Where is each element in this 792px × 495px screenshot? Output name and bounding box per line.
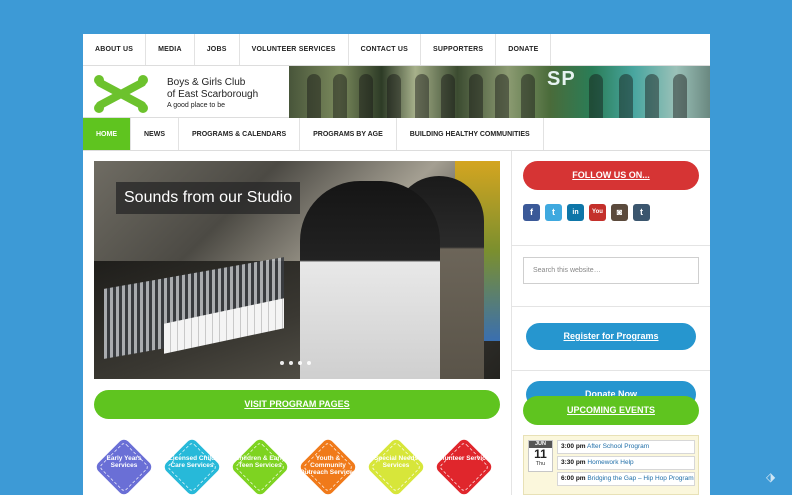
follow-us-button[interactable]: FOLLOW US ON... <box>523 161 699 190</box>
event-item[interactable]: 6:00 pm Bridging the Gap – Hip Hop Progr… <box>557 472 695 486</box>
calendar-date[interactable]: JUN 11 Thu <box>528 440 553 472</box>
site-title-line1: Boys & Girls Club <box>167 77 246 88</box>
event-item[interactable]: 3:30 pm Homework Help <box>557 456 695 470</box>
visit-program-pages-button[interactable]: VISIT PROGRAM PAGES <box>94 390 500 419</box>
site-header: Boys & Girls Club of East Scarborough A … <box>83 66 710 118</box>
scroll-arrow-icon[interactable]: ⬗ <box>766 470 780 484</box>
featured-slider[interactable]: Sounds from our Studio <box>94 161 500 379</box>
topnav-supporters[interactable]: SUPPORTERS <box>421 34 497 65</box>
event-time: 3:00 pm <box>561 443 586 450</box>
service-label: Early Years Services <box>106 455 142 469</box>
search-input[interactable]: Search this website… <box>523 257 699 284</box>
slide-person-front <box>300 181 440 379</box>
header-banner-photo: SP <box>289 66 710 118</box>
topnav-contact-us[interactable]: CONTACT US <box>349 34 421 65</box>
upcoming-events-button[interactable]: UPCOMING EVENTS <box>523 396 699 425</box>
service-badge-volunteer[interactable] <box>434 437 494 495</box>
event-time: 3:30 pm <box>561 459 586 466</box>
tumblr-icon[interactable]: t <box>633 204 650 221</box>
event-item[interactable]: 3:00 pm After School Program <box>557 440 695 454</box>
slider-dot[interactable] <box>298 361 302 365</box>
follow-section: FOLLOW US ON... f t in You ◙ t <box>512 161 710 246</box>
slider-dots <box>280 361 311 365</box>
mainnav-home[interactable]: HOME <box>83 118 131 150</box>
slide-caption[interactable]: Sounds from our Studio <box>116 182 301 214</box>
page: ABOUT US MEDIA JOBS VOLUNTEER SERVICES C… <box>83 34 710 495</box>
banner-sign-text: SP <box>547 68 576 90</box>
mainnav-news[interactable]: NEWS <box>131 118 179 150</box>
slider-dot[interactable] <box>289 361 293 365</box>
top-nav: ABOUT US MEDIA JOBS VOLUNTEER SERVICES C… <box>83 34 710 66</box>
service-label: Licensed Child Care Services <box>168 455 216 469</box>
register-programs-button[interactable]: Register for Programs <box>526 323 696 350</box>
topnav-media[interactable]: MEDIA <box>146 34 195 65</box>
slider-dot[interactable] <box>307 361 311 365</box>
topnav-volunteer-services[interactable]: VOLUNTEER SERVICES <box>240 34 349 65</box>
service-label: Children & Early Teen Services <box>234 455 286 469</box>
topnav-donate[interactable]: DONATE <box>496 34 552 65</box>
search-section: Search this website… <box>512 257 710 307</box>
site-title[interactable]: Boys & Girls Club of East Scarborough <box>167 77 258 101</box>
calendar-day: 11 <box>534 447 547 461</box>
calendar-weekday: Thu <box>535 461 546 467</box>
facebook-icon[interactable]: f <box>523 204 540 221</box>
mainnav-programs-by-age[interactable]: PROGRAMS BY AGE <box>300 118 397 150</box>
site-tagline: A good place to be <box>167 102 225 109</box>
service-badges: Early Years Services Licensed Child Care… <box>94 437 500 495</box>
club-logo-icon[interactable] <box>89 74 153 114</box>
event-title[interactable]: Homework Help <box>587 459 633 466</box>
topnav-about-us[interactable]: ABOUT US <box>83 34 147 65</box>
mainnav-programs-calendars[interactable]: PROGRAMS & CALENDARS <box>179 118 301 150</box>
social-icons: f t in You ◙ t <box>523 204 699 221</box>
donate-section: Donate Now <box>512 353 710 408</box>
topnav-jobs[interactable]: JOBS <box>195 34 240 65</box>
main-content: Sounds from our Studio VISIT PROGRAM PAG… <box>83 151 511 495</box>
service-label: Youth & Community Outreach Services <box>299 455 357 476</box>
events-widget: JUN 11 Thu 3:00 pm After School Program … <box>523 435 699 495</box>
mainnav-building-healthy-communities[interactable]: BUILDING HEALTHY COMMUNITIES <box>397 118 544 150</box>
site-title-line2: of East Scarborough <box>167 89 259 100</box>
youtube-icon[interactable]: You <box>589 204 606 221</box>
slider-dot[interactable] <box>280 361 284 365</box>
event-title[interactable]: After School Program <box>587 443 649 450</box>
linkedin-icon[interactable]: in <box>567 204 584 221</box>
service-label: Special Needs Services <box>373 455 419 469</box>
service-label: Volunteer Services <box>434 455 494 462</box>
twitter-icon[interactable]: t <box>545 204 562 221</box>
event-title[interactable]: Bridging the Gap – Hip Hop Program <box>587 475 693 482</box>
instagram-icon[interactable]: ◙ <box>611 204 628 221</box>
event-time: 6:00 pm <box>561 475 586 482</box>
sidebar: FOLLOW US ON... f t in You ◙ t Search th… <box>511 151 710 495</box>
main-nav: HOME NEWS PROGRAMS & CALENDARS PROGRAMS … <box>83 118 710 151</box>
